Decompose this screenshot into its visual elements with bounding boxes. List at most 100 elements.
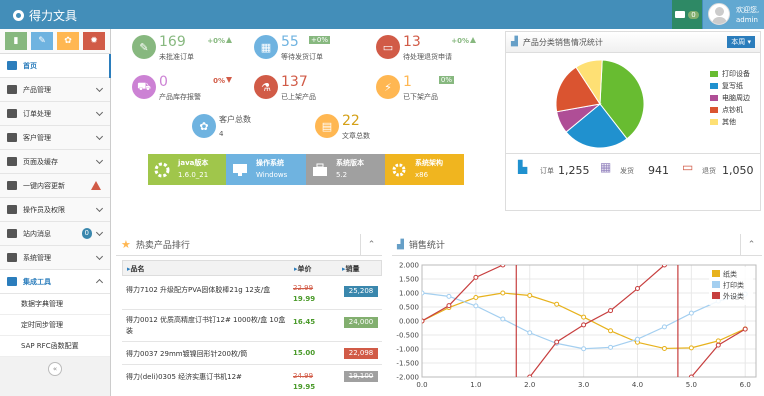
table-row[interactable]: 得力(deli)0305 经济实惠订书机12# 24.99 19.95 19,1… — [122, 366, 382, 396]
stat-number: 55 — [281, 34, 299, 50]
data-point[interactable] — [715, 338, 721, 344]
data-point[interactable] — [581, 314, 587, 320]
infobox-shipping: ▦ 55 等待发货订单 +0% — [248, 31, 360, 66]
signal-icon: ▟ — [511, 37, 518, 47]
pie-widget-title: 产品分类销售情况统计 — [522, 37, 603, 47]
data-point[interactable] — [527, 293, 533, 299]
collapse-widget-button[interactable]: ⌃ — [360, 234, 382, 256]
brand[interactable]: 得力文具 — [13, 7, 77, 24]
data-point[interactable] — [661, 263, 667, 268]
data-point[interactable] — [608, 328, 614, 334]
data-point[interactable] — [446, 293, 452, 299]
data-point[interactable] — [715, 342, 721, 348]
table-row[interactable]: 得力0012 优质高精度订书钉12# 1000枚/盒 10盒装 16.45 24… — [122, 311, 382, 342]
user-menu[interactable]: 欢迎您, admin — [703, 0, 764, 29]
data-point[interactable] — [581, 346, 587, 352]
signal-icon: ▟ — [397, 239, 404, 250]
data-point[interactable] — [527, 330, 533, 336]
hot-table-header: ▸品名 ▸单价 ▸销量 — [122, 260, 382, 276]
sales-widget-title: 销售统计 — [408, 241, 445, 251]
data-point[interactable] — [608, 308, 614, 314]
sidebar-item-product[interactable]: 产品管理 — [0, 78, 110, 102]
data-point[interactable] — [634, 286, 640, 292]
data-point[interactable] — [688, 310, 694, 316]
desktop-icon — [7, 85, 17, 94]
data-point[interactable] — [446, 303, 452, 309]
y-tick-label: -0.500 — [396, 332, 419, 340]
sidebar-item-messages[interactable]: 站内消息 0 — [0, 222, 110, 246]
data-point[interactable] — [473, 294, 479, 300]
shortcut-bar-chart-button[interactable]: ▮ — [5, 32, 27, 50]
col-price[interactable]: ▸单价 — [294, 264, 312, 274]
legend-swatch — [710, 95, 718, 101]
stat-label: 产品库存报警 — [159, 93, 201, 101]
stat-label: 等待发货订单 — [281, 53, 323, 61]
series-line — [690, 328, 746, 377]
legend-item: 点钞机 — [710, 104, 750, 116]
data-point[interactable] — [554, 301, 560, 307]
sidebar-item-update[interactable]: 一键内容更新 — [0, 174, 110, 198]
sales-widget-header: ▟ 销售统计 ⌃ — [392, 234, 762, 256]
col-name-label: 品名 — [130, 265, 145, 273]
sidebar-item-page-cache[interactable]: 页面及缓存 — [0, 150, 110, 174]
sidebar-item-label: 首页 — [23, 61, 37, 70]
sidebar-collapse-button[interactable]: « — [48, 362, 62, 376]
sidebar-item-home[interactable]: 首页 — [0, 54, 111, 78]
sidebar-subitem-sync[interactable]: 定时同步管理 — [0, 315, 110, 336]
table-row[interactable]: 得力0037 29mm镀镍回形针200枚/筒 15.00 22,098 — [122, 343, 382, 365]
data-point[interactable] — [688, 345, 694, 351]
period-dropdown[interactable]: 本周 ▾ — [727, 36, 755, 48]
data-point[interactable] — [661, 324, 667, 330]
list-icon — [7, 109, 17, 118]
data-point[interactable] — [420, 290, 425, 296]
legend-label: 点钞机 — [722, 106, 743, 114]
chevron-down-icon — [95, 156, 104, 165]
data-point[interactable] — [500, 263, 506, 268]
data-point[interactable] — [500, 290, 506, 296]
data-point[interactable] — [608, 344, 614, 350]
data-point[interactable] — [742, 326, 748, 332]
data-point[interactable] — [634, 336, 640, 342]
sysinfo-name: java版本 — [178, 159, 209, 167]
data-point[interactable] — [527, 374, 533, 379]
col-sales[interactable]: ▸销量 — [342, 264, 360, 274]
sidebar-item-users[interactable]: 操作员及权限 — [0, 198, 110, 222]
data-point[interactable] — [554, 339, 560, 345]
data-point[interactable] — [420, 318, 425, 324]
pie-footer-shipping: ▦ 发货 941 — [600, 160, 670, 182]
x-tick-label: 5.0 — [686, 381, 697, 389]
stat-number: 4 — [219, 130, 224, 138]
messages-button[interactable]: 0 — [672, 0, 702, 29]
sidebar-item-customer[interactable]: 客户管理 — [0, 126, 110, 150]
arrow-up-icon — [226, 37, 232, 43]
data-point[interactable] — [581, 322, 587, 328]
sidebar-item-integration[interactable]: 集成工具 — [0, 270, 110, 294]
sidebar-item-label: 客户管理 — [23, 133, 51, 142]
sysinfo-value: x86 — [415, 171, 429, 179]
file-icon — [7, 157, 17, 166]
data-point[interactable] — [688, 374, 694, 379]
messages-badge: 0 — [81, 228, 92, 239]
sidebar-subitem-sap-rfc[interactable]: SAP RFC函数配置 — [0, 336, 110, 357]
data-point[interactable] — [500, 316, 506, 322]
message-count: 0 — [688, 10, 699, 19]
collapse-widget-button[interactable]: ⌃ — [740, 234, 762, 256]
y-tick-label: 0.500 — [399, 304, 419, 312]
sidebar-item-system[interactable]: 系统管理 — [0, 246, 110, 270]
sidebar-item-order[interactable]: 订单处理 — [0, 102, 110, 126]
brand-title: 得力文具 — [29, 9, 78, 23]
sidebar-item-label: 订单处理 — [23, 109, 51, 118]
footer-label: 发货 — [620, 167, 634, 175]
table-row[interactable]: 得力7102 升级配方PVA固体胶棒21g 12支/盒 22.99 19.99 … — [122, 277, 382, 310]
col-name[interactable]: ▸品名 — [127, 264, 145, 274]
data-point[interactable] — [473, 274, 479, 280]
shortcut-cogs-button[interactable]: ✹ — [83, 32, 105, 50]
legend-label: 外设类 — [723, 292, 744, 301]
shortcut-group-button[interactable]: ✿ — [57, 32, 79, 50]
data-point[interactable] — [661, 345, 667, 351]
stat-label: 已下架产品 — [403, 93, 438, 101]
credit-card-icon: ▭ — [682, 160, 694, 174]
shortcut-pencil-button[interactable]: ✎ — [31, 32, 53, 50]
data-point[interactable] — [473, 303, 479, 309]
sidebar-subitem-dictionary[interactable]: 数据字典管理 — [0, 294, 110, 315]
